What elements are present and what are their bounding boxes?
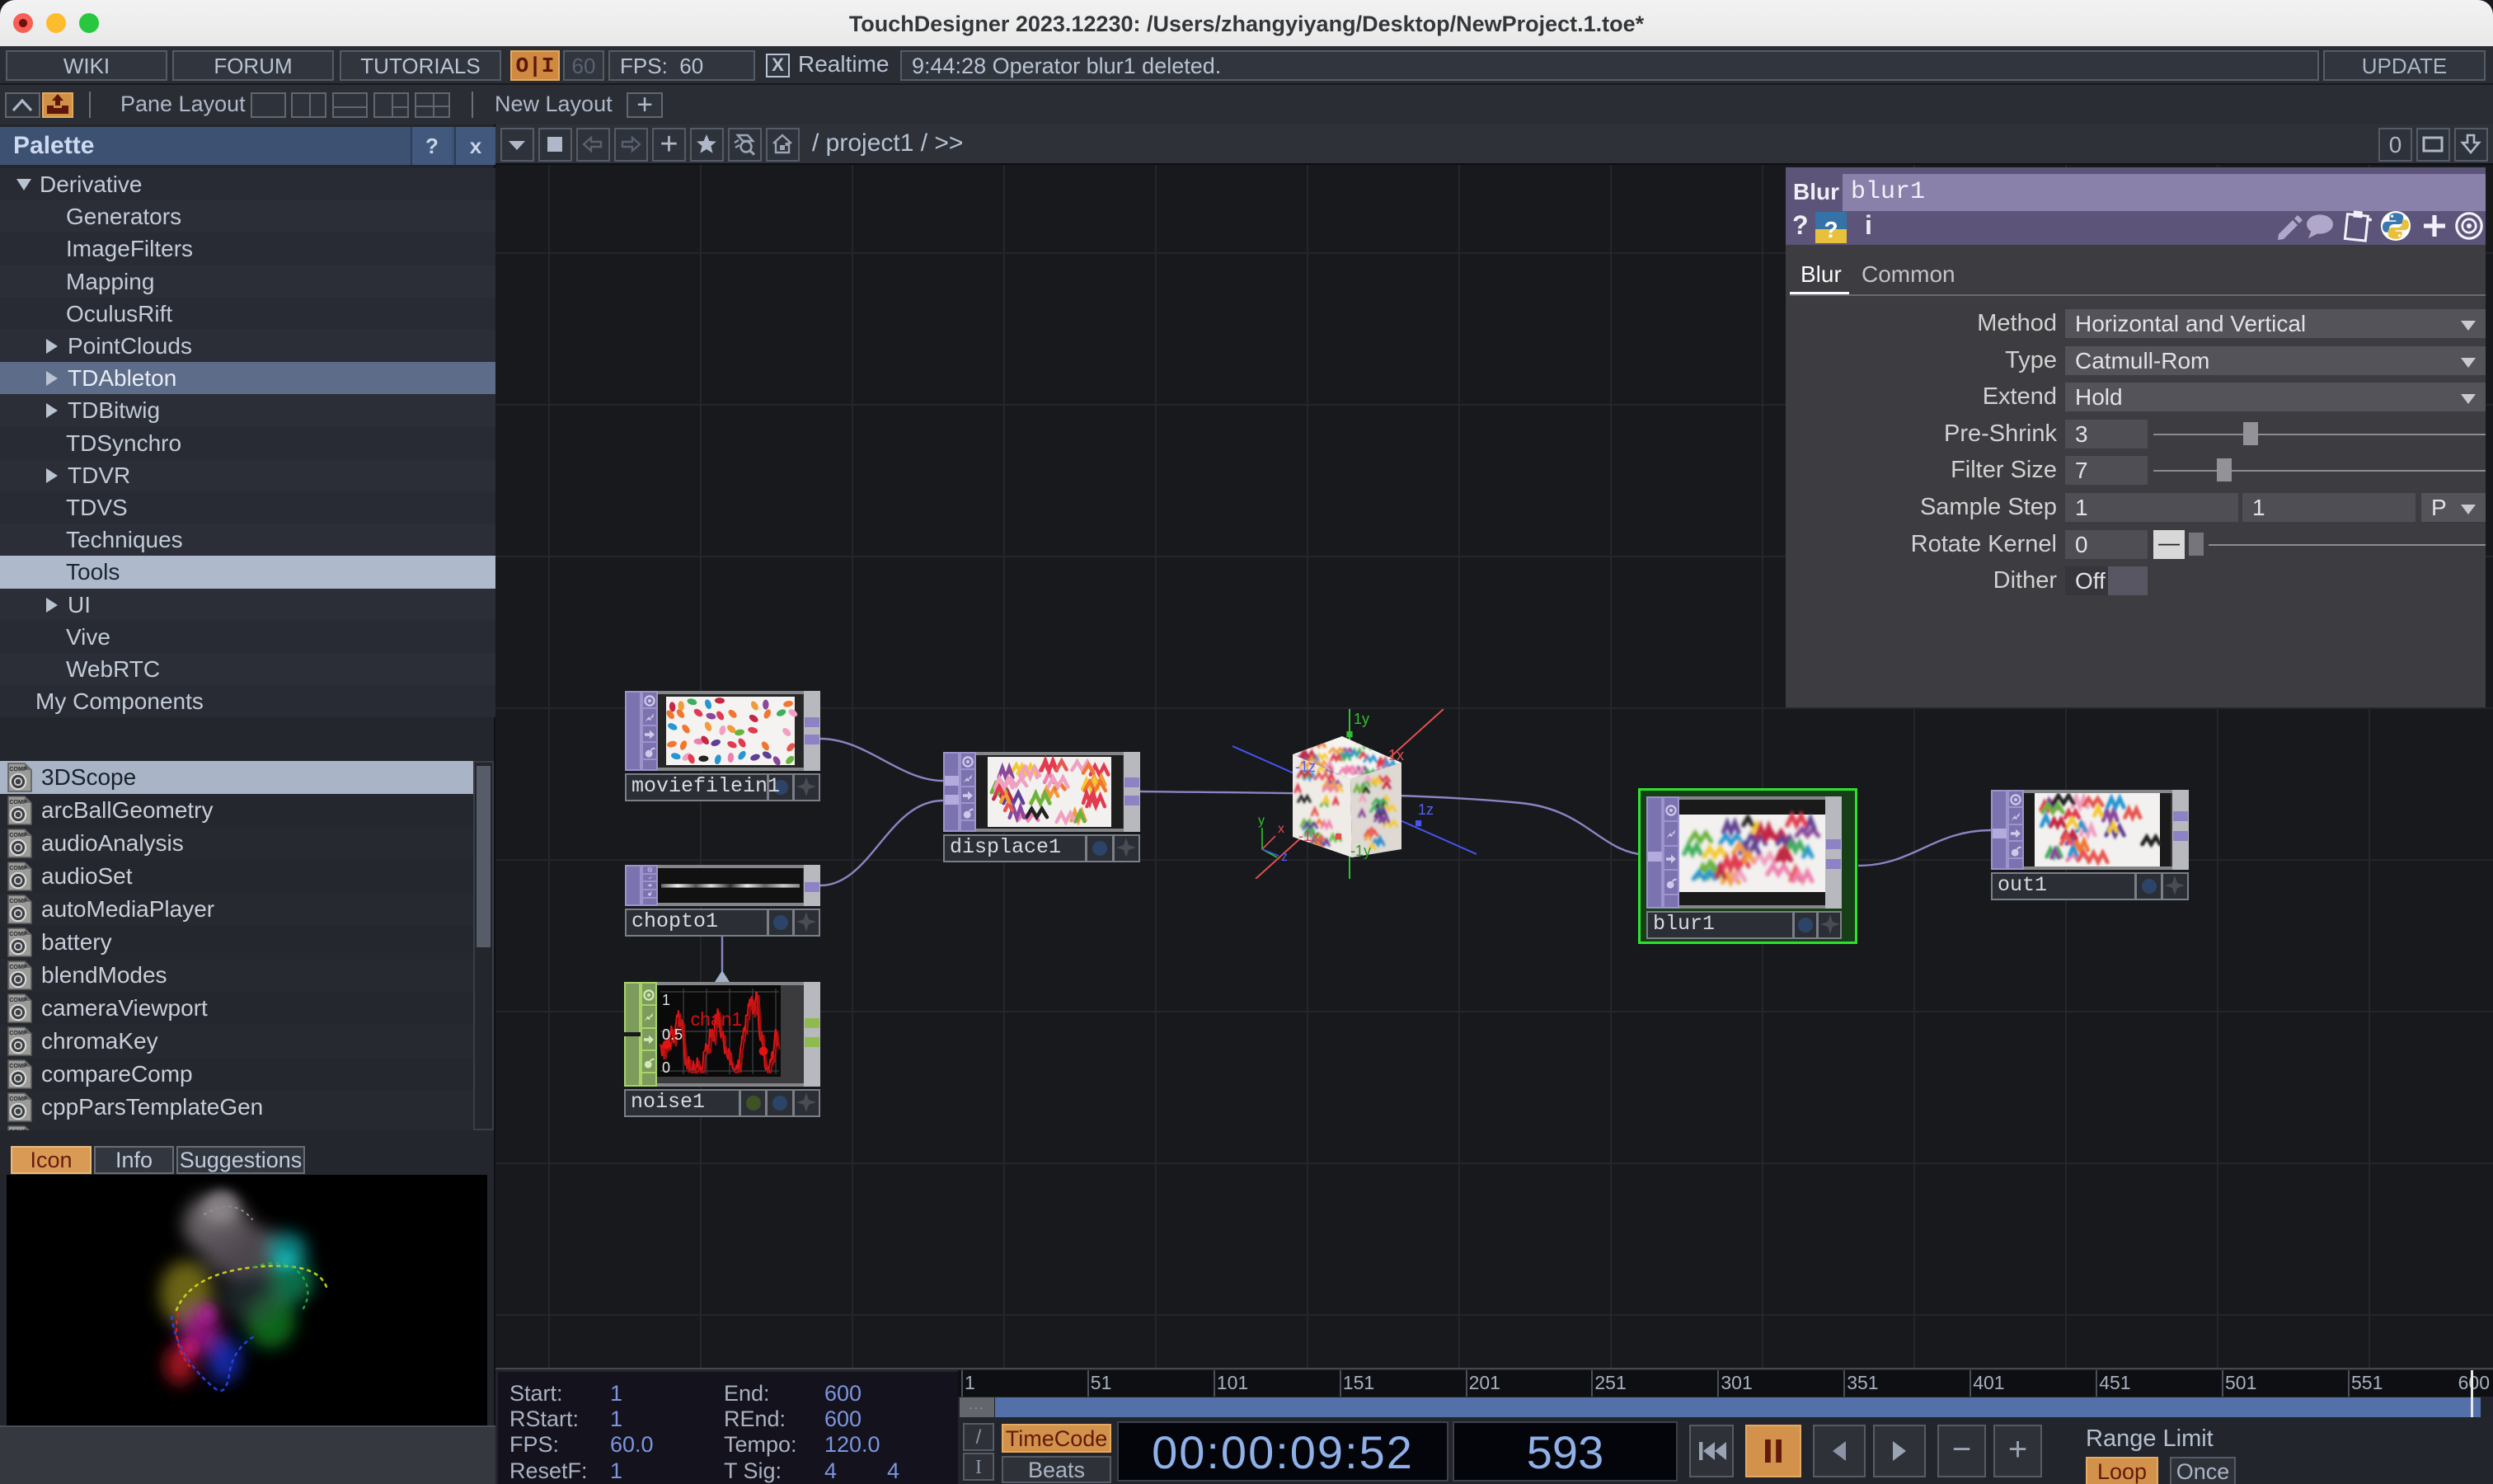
svg-text:COMP: COMP [9, 1095, 27, 1102]
svg-text:1x: 1x [1388, 747, 1404, 763]
svg-text:COMP: COMP [9, 963, 27, 970]
svg-text:1z: 1z [1418, 801, 1434, 818]
svg-text:-1z: -1z [1295, 758, 1316, 775]
svg-text:COMP: COMP [9, 996, 27, 1003]
svg-text:x: x [1278, 822, 1284, 836]
svg-text:0.5: 0.5 [662, 1026, 683, 1043]
svg-text:chan1: chan1 [691, 1008, 743, 1030]
svg-text:COMP: COMP [9, 798, 27, 805]
svg-text:-1y: -1y [1350, 843, 1371, 859]
svg-text:COMP: COMP [9, 1029, 27, 1036]
svg-text:COMP: COMP [9, 1062, 27, 1069]
svg-text:-1x: -1x [1298, 828, 1319, 844]
svg-text:?: ? [1824, 217, 1838, 242]
svg-text:0: 0 [662, 1059, 670, 1076]
svg-text:COMP: COMP [9, 1128, 27, 1130]
svg-text:z: z [1281, 850, 1288, 864]
svg-text:y: y [1258, 814, 1265, 828]
svg-text:COMP: COMP [9, 765, 27, 773]
svg-text:COMP: COMP [9, 831, 27, 838]
svg-text:COMP: COMP [9, 864, 27, 871]
svg-text:COMP: COMP [9, 930, 27, 937]
svg-text:1y: 1y [1354, 711, 1369, 727]
svg-text:1: 1 [662, 992, 670, 1008]
svg-text:COMP: COMP [9, 897, 27, 904]
